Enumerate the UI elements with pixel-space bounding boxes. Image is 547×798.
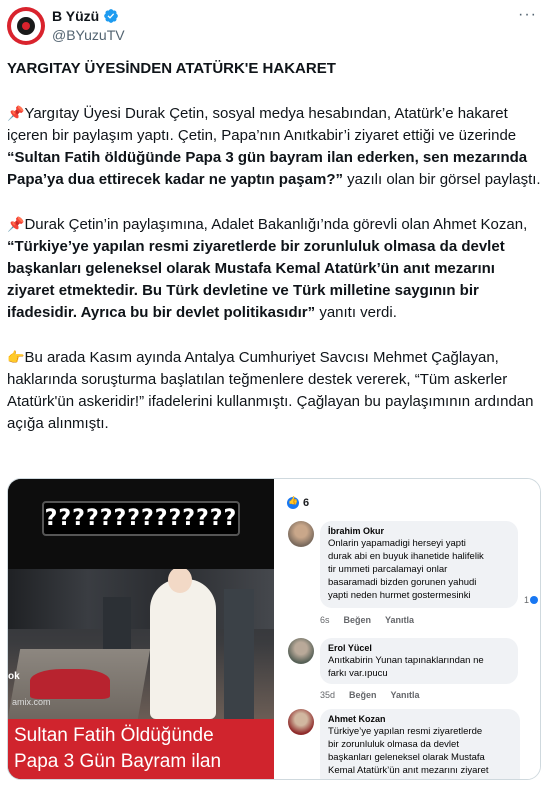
paragraph-3-text: Bu arada Kasım ayında Antalya Cumhuriyet… [7, 349, 534, 432]
edge-letter: ok [8, 671, 20, 682]
paragraph-1-end: yazılı olan bir görsel paylaştı. [342, 171, 541, 188]
media-image-left[interactable]: ?????????????? ok amix.com Sultan Fatih … [8, 479, 274, 779]
comment-line: Anıtkabirin Yunan tapınaklarından ne [328, 655, 484, 666]
avatar [288, 638, 314, 664]
comment-author: İbrahim Okur [328, 526, 385, 536]
comment-meta: 35d Beğen Yanıtla [320, 690, 420, 700]
comment-author: Ahmet Kozan [328, 714, 386, 724]
verified-badge-icon [104, 9, 119, 23]
comment-line: basaramadi bizden gorunen yahudi [328, 577, 477, 588]
comment-bubble: Ahmet Kozan Türkiye’ye yapılan resmi ziy… [320, 709, 520, 779]
comment-like-count: 1 [524, 595, 538, 605]
comment-line: durak abi en buyuk ihanetide halifelik [328, 551, 484, 562]
tweet-header: B Yüzü @BYuzuTV ··· [0, 0, 547, 46]
comment-line: Kemal Atatürk’ün anıt mezarını ziyaret [328, 765, 489, 776]
paragraph-1: 📌Yargıtay Üyesi Durak Çetin, sosyal medy… [7, 102, 541, 191]
question-marks-box: ?????????????? [42, 501, 240, 536]
image-top-banner: ?????????????? [8, 479, 274, 569]
image-watermark: amix.com [12, 697, 51, 707]
paragraph-2-end: yanıtı verdi. [315, 304, 397, 321]
comment-bubble: İbrahim Okur Onlarin yapamadigi herseyi … [320, 521, 518, 608]
handle[interactable]: @BYuzuTV [52, 27, 125, 43]
comment-line: bir zorunluluk olmasa da devlet [328, 739, 459, 750]
name-row: B Yüzü [52, 8, 119, 24]
comment-bubble: Erol Yücel Anıtkabirin Yunan tapınakları… [320, 638, 518, 684]
paragraph-1-text: Yargıtay Üyesi Durak Çetin, sosyal medya… [7, 105, 517, 144]
like-reaction-icon [287, 496, 299, 509]
comment-line: başkanları geleneksel olarak Mustafa [328, 752, 485, 763]
pushpin-icon: 📌 [7, 216, 25, 232]
comment-time: 35d [320, 690, 336, 700]
more-options-icon[interactable]: ··· [518, 6, 537, 24]
comment-time: 6s [320, 615, 330, 625]
reply-link[interactable]: Yanıtla [391, 690, 420, 700]
reaction-summary: 6 [287, 496, 310, 509]
pushpin-icon: 📌 [7, 105, 25, 121]
reply-link[interactable]: Yanıtla [385, 615, 414, 625]
comment-line: yapti neden hurmet gostermesinki [328, 590, 471, 601]
like-link[interactable]: Beğen [344, 615, 372, 625]
avatar [288, 709, 314, 735]
comment-likes: 1 [523, 595, 529, 605]
caption-line-1: Sultan Fatih Öldüğünde [14, 725, 214, 746]
avatar-center [22, 22, 30, 30]
comment-line: farkı var.ıpucu [328, 668, 388, 679]
like-reaction-icon [530, 596, 538, 604]
display-name[interactable]: B Yüzü [52, 8, 99, 24]
tweet-text: YARGITAY ÜYESİNDEN ATATÜRK'E HAKARET 📌Ya… [7, 58, 541, 435]
tweet-media[interactable]: ?????????????? ok amix.com Sultan Fatih … [7, 478, 541, 780]
comment-line: tir ummeti parcalamayi onlar [328, 564, 448, 575]
like-link[interactable]: Beğen [349, 690, 377, 700]
image-caption: Sultan Fatih Öldüğünde Papa 3 Gün Bayram… [8, 719, 274, 779]
mausoleum-photo: ok amix.com [8, 569, 274, 719]
pointing-hand-icon: 👉 [7, 349, 25, 365]
tweet-headline: YARGITAY ÜYESİNDEN ATATÜRK'E HAKARET [7, 60, 336, 77]
comment-line: Onlarin yapamadigi herseyi yapti [328, 538, 466, 549]
paragraph-2-quote: “Türkiye’ye yapılan resmi ziyaretlerde b… [7, 238, 505, 321]
comment-line: Türkiye’ye yapılan resmi ziyaretlerde [328, 726, 483, 737]
caption-line-2: Papa 3 Gün Bayram ilan [14, 751, 222, 772]
avatar [288, 521, 314, 547]
comment-author: Erol Yücel [328, 643, 372, 653]
paragraph-3: 👉Bu arada Kasım ayında Antalya Cumhuriye… [7, 346, 541, 435]
media-image-right[interactable]: 6 İbrahim Okur Onlarin yapamadigi hersey… [276, 479, 540, 779]
avatar[interactable] [7, 7, 45, 45]
comment-meta: 6s Beğen Yanıtla [320, 615, 414, 625]
paragraph-2-text: Durak Çetin’in paylaşımına, Adalet Bakan… [24, 216, 528, 233]
reaction-count: 6 [303, 497, 310, 509]
paragraph-2: 📌Durak Çetin’in paylaşımına, Adalet Baka… [7, 213, 541, 324]
